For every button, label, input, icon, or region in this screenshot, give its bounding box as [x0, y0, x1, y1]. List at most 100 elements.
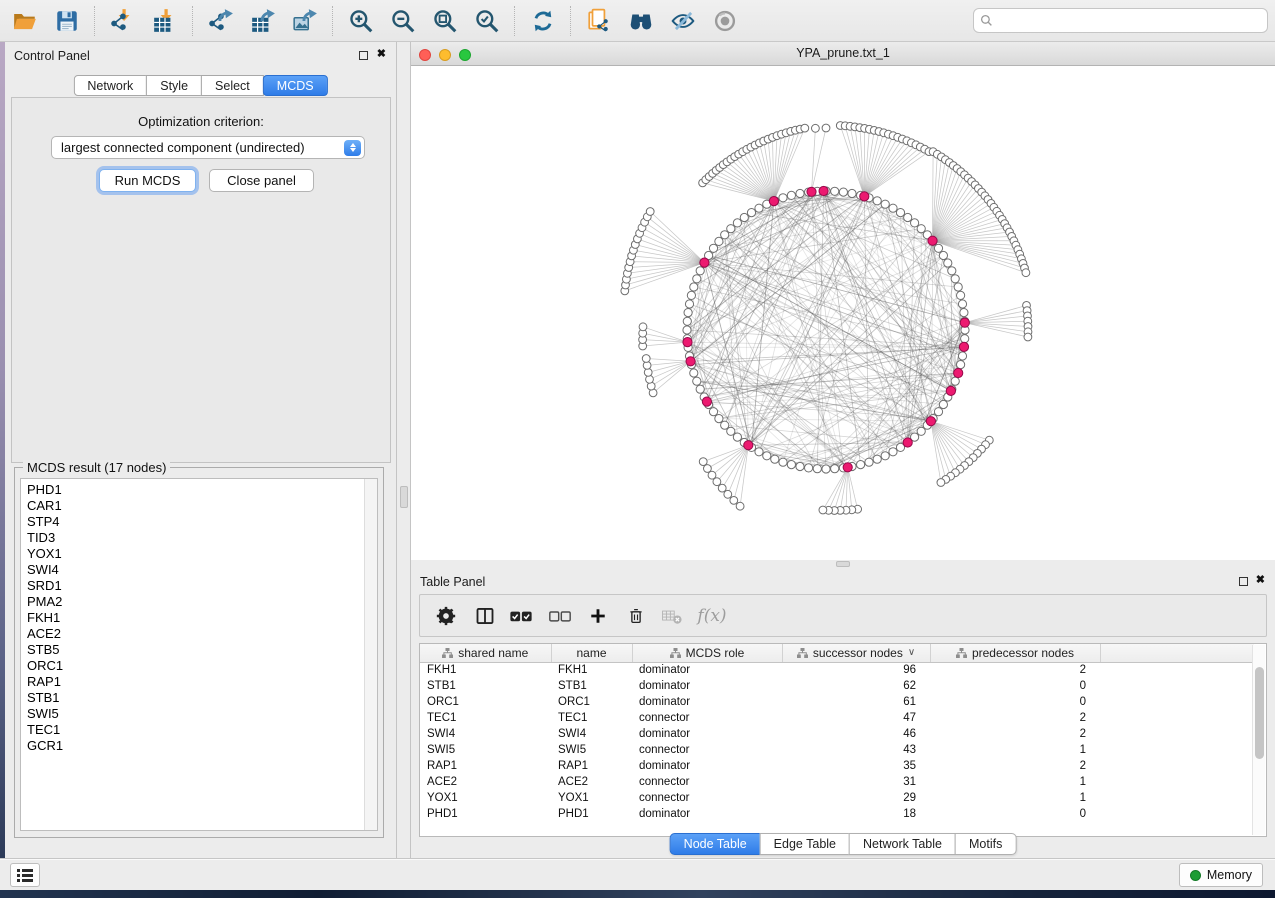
export-network-button[interactable] [204, 4, 238, 38]
network-from-file-button[interactable] [582, 4, 616, 38]
column-header[interactable]: MCDS role [632, 644, 782, 662]
table-row[interactable]: STB1STB1dominator620 [420, 678, 1254, 694]
tab-mcds[interactable]: MCDS [263, 75, 328, 96]
find-button[interactable] [624, 4, 658, 38]
node-table[interactable]: shared namenameMCDS rolesuccessor nodes∨… [419, 643, 1267, 837]
list-item[interactable]: YOX1 [21, 546, 377, 562]
tab-edge-table[interactable]: Edge Table [760, 833, 850, 855]
import-network-button[interactable] [106, 4, 140, 38]
save-session-button[interactable] [50, 4, 84, 38]
hide-graphics-icon [670, 8, 696, 34]
import-table-icon [152, 8, 178, 34]
network-from-file-icon [586, 8, 612, 34]
list-item[interactable]: STB1 [21, 690, 377, 706]
column-header[interactable]: name [551, 644, 632, 662]
column-header[interactable]: predecessor nodes [930, 644, 1100, 662]
list-item[interactable]: SWI4 [21, 562, 377, 578]
control-panel: Control Panel ✖ NetworkStyleSelectMCDS O… [5, 42, 397, 858]
run-mcds-button[interactable]: Run MCDS [99, 169, 196, 192]
columns-button[interactable] [475, 606, 496, 626]
list-item[interactable]: ACE2 [21, 626, 377, 642]
tab-motifs[interactable]: Motifs [955, 833, 1016, 855]
splitter-handle[interactable] [400, 486, 408, 508]
tab-node-table[interactable]: Node Table [670, 833, 761, 855]
desktop-background-bottom [0, 890, 1275, 898]
list-item[interactable]: TEC1 [21, 722, 377, 738]
zoom-in-button[interactable] [344, 4, 378, 38]
scrollbar-thumb[interactable] [1255, 667, 1264, 759]
import-table-button[interactable] [148, 4, 182, 38]
float-panel-icon[interactable] [359, 51, 368, 60]
table-row[interactable]: PHD1PHD1dominator180 [420, 806, 1254, 822]
table-row[interactable]: SWI4SWI4dominator462 [420, 726, 1254, 742]
zoom-fit-button[interactable] [428, 4, 462, 38]
table-row[interactable]: RAP1RAP1dominator352 [420, 758, 1254, 774]
network-canvas[interactable] [411, 66, 1275, 560]
optimization-criterion-select[interactable]: largest connected component (undirected) [51, 136, 365, 159]
table-row[interactable]: ORC1ORC1dominator610 [420, 694, 1254, 710]
table-panel-title: Table Panel [420, 575, 485, 589]
memory-button[interactable]: Memory [1179, 863, 1263, 887]
vertical-splitter[interactable] [398, 42, 411, 858]
table-row[interactable]: ACE2ACE2connector311 [420, 774, 1254, 790]
search-input[interactable] [998, 11, 1261, 31]
refresh-button[interactable] [526, 4, 560, 38]
tab-style[interactable]: Style [146, 75, 202, 96]
function-builder-button: f(x) [697, 606, 726, 626]
close-panel-icon[interactable]: ✖ [1256, 573, 1265, 587]
column-header[interactable]: successor nodes∨ [782, 644, 930, 662]
float-panel-icon[interactable] [1239, 577, 1248, 586]
list-item[interactable]: FKH1 [21, 610, 377, 626]
list-item[interactable]: PMA2 [21, 594, 377, 610]
mcds-result-list[interactable]: PHD1CAR1STP4TID3YOX1SWI4SRD1PMA2FKH1ACE2… [20, 478, 378, 831]
status-bar: Memory [0, 858, 1275, 890]
zoom-out-button[interactable] [386, 4, 420, 38]
open-file-button[interactable] [8, 4, 42, 38]
list-item[interactable]: CAR1 [21, 498, 377, 514]
sort-indicator-icon: ∨ [908, 647, 915, 658]
table-row[interactable]: SWI5SWI5connector431 [420, 742, 1254, 758]
list-item[interactable]: GCR1 [21, 738, 377, 754]
show-graphics-button[interactable] [708, 4, 742, 38]
export-table-button[interactable] [246, 4, 280, 38]
command-panel-button[interactable] [10, 863, 40, 887]
settings-button[interactable] [436, 606, 456, 626]
tab-network[interactable]: Network [73, 75, 147, 96]
table-row[interactable]: FKH1FKH1dominator962 [420, 662, 1254, 678]
zoom-selected-button[interactable] [470, 4, 504, 38]
list-item[interactable]: PHD1 [21, 482, 377, 498]
deselect-all-button[interactable] [549, 607, 572, 625]
list-item[interactable]: SRD1 [21, 578, 377, 594]
delete-button[interactable] [627, 606, 645, 626]
tab-network-table[interactable]: Network Table [849, 833, 956, 855]
list-item[interactable]: TID3 [21, 530, 377, 546]
export-image-button[interactable] [288, 4, 322, 38]
network-graph[interactable] [411, 66, 1275, 560]
close-panel-button[interactable]: Close panel [209, 169, 314, 192]
select-all-button[interactable] [510, 607, 533, 625]
table-row[interactable]: YOX1YOX1connector291 [420, 790, 1254, 806]
list-item[interactable]: STB5 [21, 642, 377, 658]
mcds-list-scrollbar[interactable] [364, 479, 377, 830]
hide-graphics-button[interactable] [666, 4, 700, 38]
select-stepper-icon [344, 140, 361, 156]
horizontal-splitter[interactable] [411, 560, 1275, 568]
tab-select[interactable]: Select [201, 75, 264, 96]
column-header[interactable]: shared name [420, 644, 551, 662]
search-box[interactable] [973, 8, 1268, 33]
list-item[interactable]: STP4 [21, 514, 377, 530]
table-row[interactable]: TEC1TEC1connector472 [420, 710, 1254, 726]
control-panel-tabs: NetworkStyleSelectMCDS [73, 75, 327, 96]
list-item[interactable]: ORC1 [21, 658, 377, 674]
splitter-handle[interactable] [836, 561, 850, 567]
close-panel-icon[interactable]: ✖ [377, 47, 386, 61]
network-window-titlebar[interactable]: YPA_prune.txt_1 [411, 42, 1275, 66]
show-graphics-icon [712, 8, 738, 34]
list-item[interactable]: SWI5 [21, 706, 377, 722]
table-panel: Table Panel ✖ f(x) shared namenameMCDS r… [411, 568, 1275, 858]
attribute-type-icon [442, 648, 453, 658]
table-scrollbar[interactable] [1252, 645, 1265, 835]
add-button[interactable] [589, 606, 608, 625]
toolbar-separator [94, 6, 95, 36]
list-item[interactable]: RAP1 [21, 674, 377, 690]
